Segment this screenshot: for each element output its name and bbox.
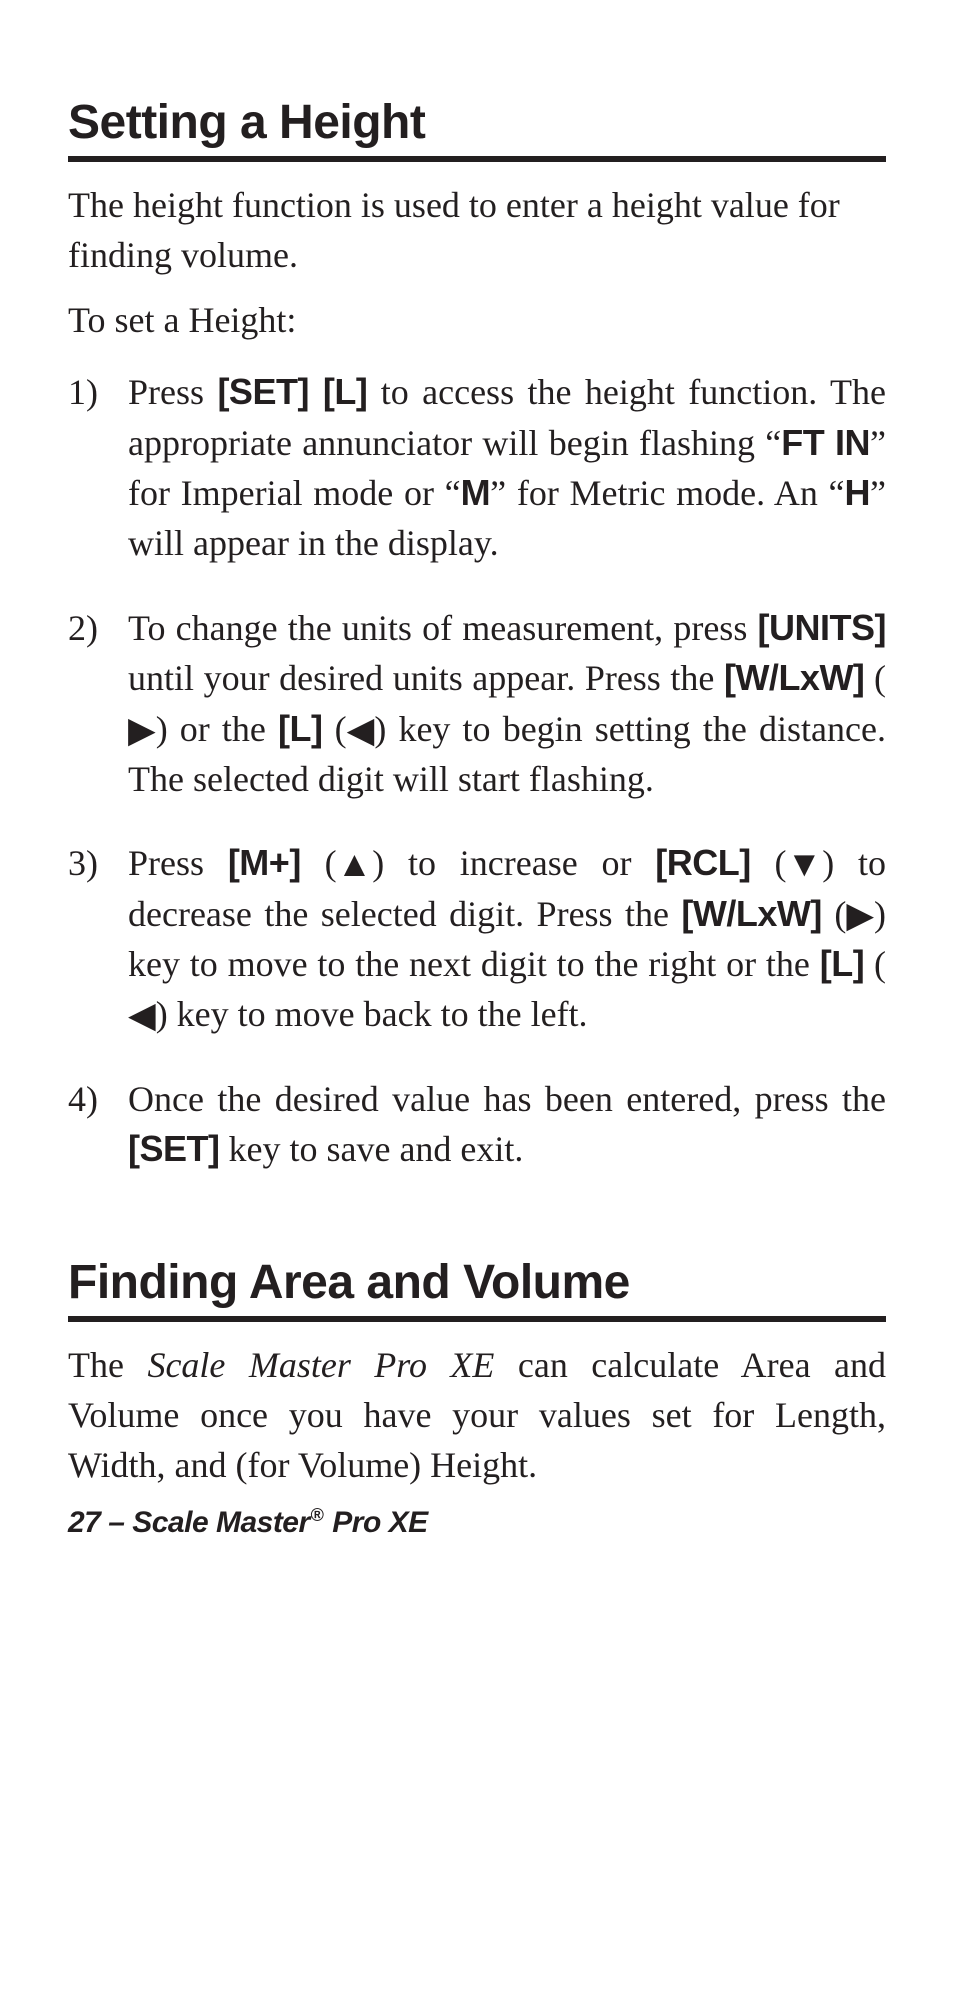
section-title-setting-height: Setting a Height <box>68 95 886 162</box>
text: The <box>68 1345 147 1385</box>
text: Press <box>128 843 228 883</box>
step-number: 1) <box>68 367 128 569</box>
arrow-left-icon: ◀ <box>128 990 156 1040</box>
arrow-down-icon: ▼ <box>787 839 823 889</box>
section2-paragraph: The Scale Master Pro XE can calculate Ar… <box>68 1340 886 1491</box>
key-set-l: [SET] [L] <box>217 371 367 412</box>
text: ( <box>301 843 337 883</box>
annunciator-m: M <box>461 472 491 513</box>
arrow-up-icon: ▲ <box>337 839 373 889</box>
text: ) key to move back to the left. <box>156 994 588 1034</box>
text: Press <box>128 372 217 412</box>
text: To change the units of measurement, pres… <box>128 608 758 648</box>
step-body: Press [M+] (▲) to increase or [RCL] (▼) … <box>128 838 886 1040</box>
step-number: 2) <box>68 603 128 805</box>
footer-text: 27 – Scale Master <box>68 1506 310 1539</box>
arrow-right-icon: ▶ <box>128 705 156 755</box>
arrow-right-icon: ▶ <box>846 890 874 940</box>
footer-text: Pro XE <box>324 1506 427 1539</box>
key-rcl: [RCL] <box>655 842 750 883</box>
step-4: 4) Once the desired value has been enter… <box>68 1074 886 1175</box>
step-1: 1) Press [SET] [L] to access the height … <box>68 367 886 569</box>
intro-paragraph: The height function is used to enter a h… <box>68 180 886 281</box>
key-mplus: [M+] <box>228 842 301 883</box>
sub-intro: To set a Height: <box>68 295 886 345</box>
product-name: Scale Master Pro XE <box>147 1345 494 1385</box>
text: ( <box>864 658 886 698</box>
text: key to save and exit. <box>220 1129 524 1169</box>
step-body: Press [SET] [L] to access the height fun… <box>128 367 886 569</box>
registered-icon: ® <box>311 1505 324 1525</box>
step-number: 4) <box>68 1074 128 1175</box>
text: ( <box>864 944 886 984</box>
text: ( <box>751 843 787 883</box>
step-number: 3) <box>68 838 128 1040</box>
step-3: 3) Press [M+] (▲) to increase or [RCL] (… <box>68 838 886 1040</box>
section-title-area-volume: Finding Area and Volume <box>68 1255 886 1322</box>
key-wlxw: [W/LxW] <box>724 657 864 698</box>
key-l: [L] <box>278 708 322 749</box>
text: ( <box>323 709 347 749</box>
key-l: [L] <box>820 943 864 984</box>
text: ” for Metric mode. An “ <box>490 473 844 513</box>
text: ( <box>822 894 846 934</box>
text: Once the desired value has been entered,… <box>128 1079 886 1119</box>
step-body: Once the desired value has been entered,… <box>128 1074 886 1175</box>
text: ) to increase or <box>372 843 655 883</box>
key-set: [SET] <box>128 1128 220 1169</box>
step-2: 2) To change the units of measurement, p… <box>68 603 886 805</box>
annunciator-h: H <box>845 472 871 513</box>
key-units: [UNITS] <box>758 607 886 648</box>
step-body: To change the units of measurement, pres… <box>128 603 886 805</box>
text: ) or the <box>156 709 278 749</box>
annunciator-ft-in: FT IN <box>781 422 870 463</box>
text: until your desired units appear. Press t… <box>128 658 724 698</box>
arrow-left-icon: ◀ <box>347 705 375 755</box>
page-footer: 27 – Scale Master® Pro XE <box>68 1505 886 1540</box>
key-wlxw: [W/LxW] <box>681 893 821 934</box>
